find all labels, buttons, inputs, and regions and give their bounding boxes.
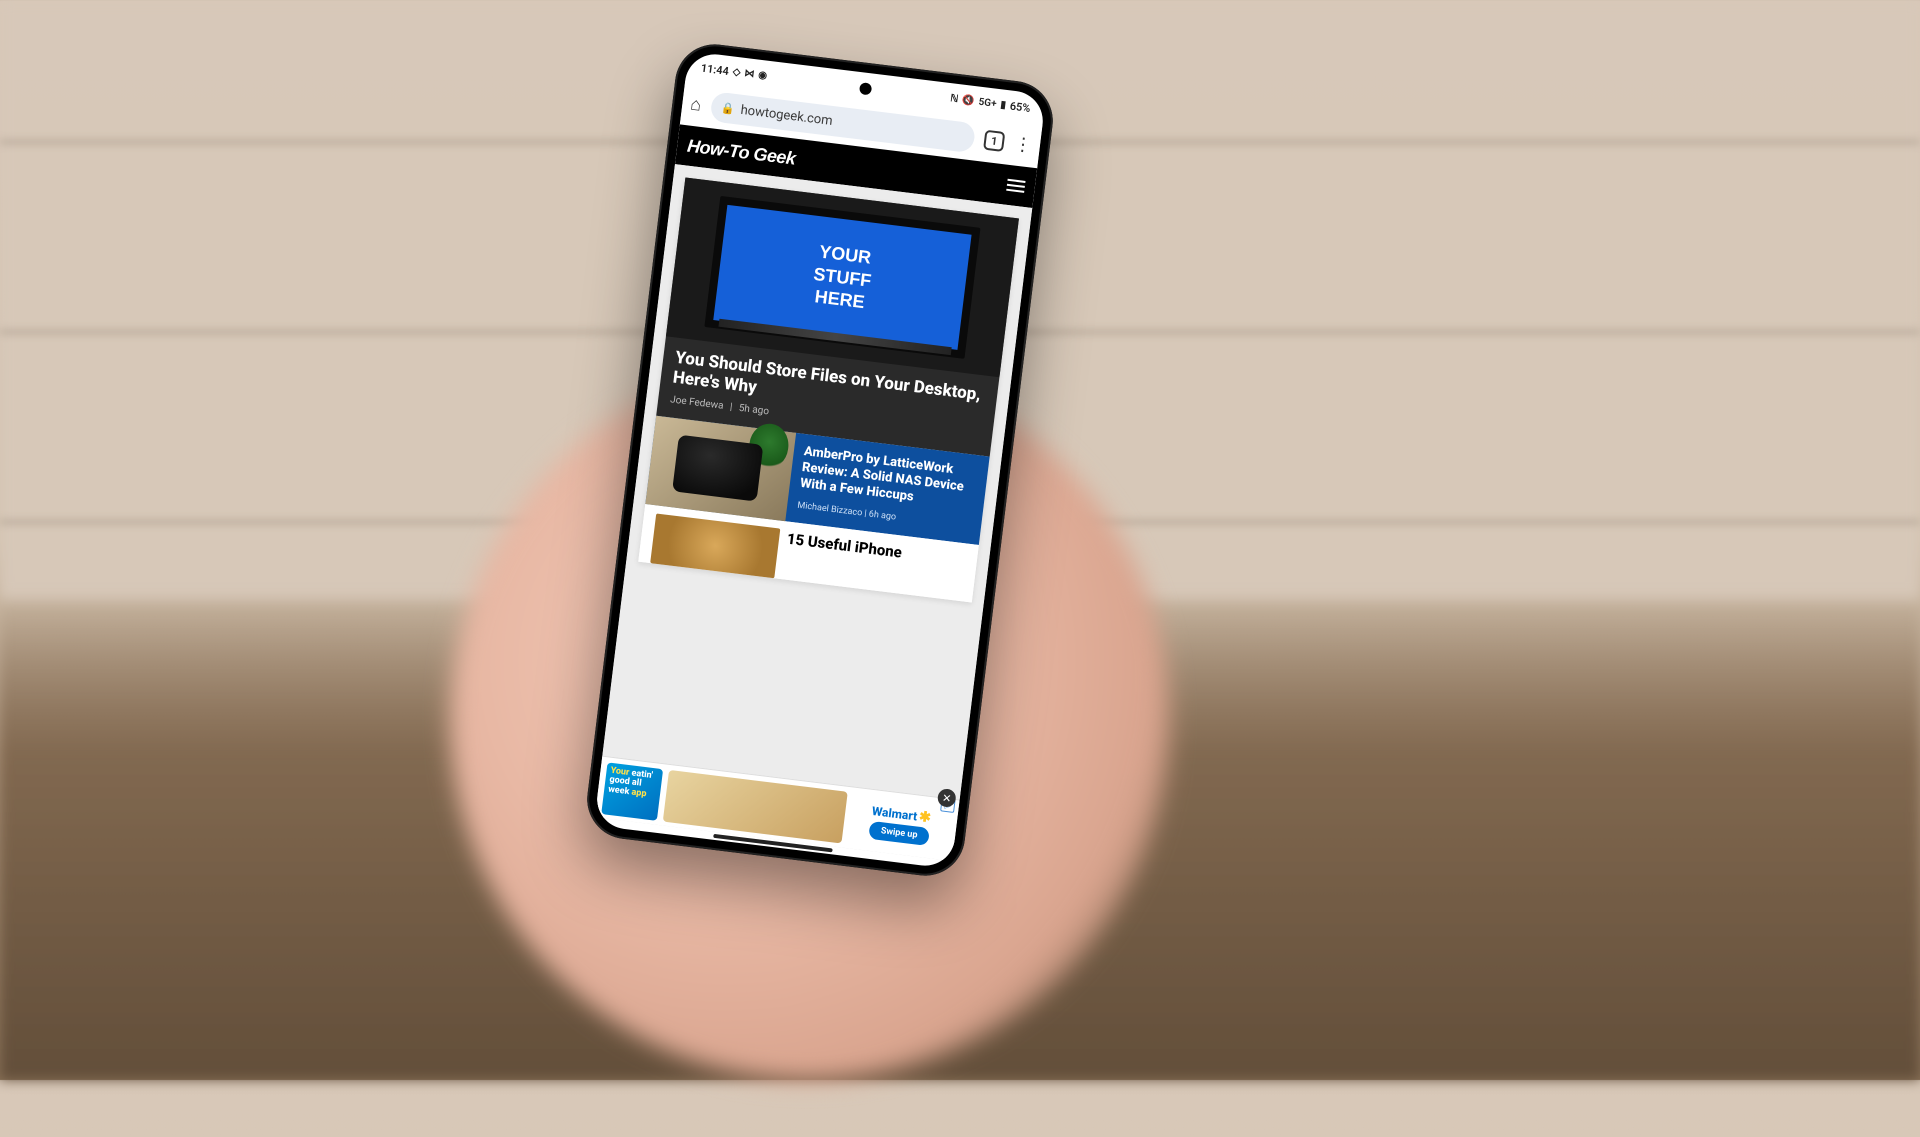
second-article-image (645, 415, 796, 520)
mute-icon: 🔇 (962, 94, 976, 106)
lock-icon: 🔒 (720, 101, 735, 116)
page-content[interactable]: YOUR STUFF HERE You Should Store Files o… (595, 164, 1033, 861)
chrome-icon: ◉ (758, 69, 768, 81)
featured-card: YOUR STUFF HERE You Should Store Files o… (638, 177, 1019, 602)
article-age: 5h ago (738, 403, 769, 418)
more-menu-icon[interactable]: ⋮ (1013, 133, 1033, 156)
tab-count: 1 (990, 134, 998, 148)
nfc-icon: ℕ (950, 93, 959, 105)
network-label: 5G+ (978, 96, 997, 109)
site-logo[interactable]: How-To Geek (686, 135, 797, 169)
signal-icon: ▮ (1000, 99, 1007, 111)
nas-device-graphic (673, 434, 764, 501)
hero-article[interactable]: YOUR STUFF HERE You Should Store Files o… (656, 177, 1019, 456)
desktop-monitor-graphic: YOUR STUFF HERE (704, 196, 980, 359)
author-name: Joe Fedewa (670, 394, 725, 411)
url-text: howtogeek.com (740, 102, 834, 128)
hamburger-menu-icon[interactable] (1006, 179, 1025, 193)
battery-percent: 65% (1009, 99, 1031, 114)
third-article-image (650, 513, 780, 578)
brand-name: Walmart (871, 804, 918, 823)
article-age: 6h ago (868, 509, 896, 522)
ad-creative-left: Your eatin' good all week app (601, 762, 663, 820)
walmart-spark-icon: ✱ (918, 808, 932, 825)
status-time: 11:44 (700, 61, 730, 77)
home-icon[interactable]: ⌂ (689, 93, 702, 115)
ad-text: app (631, 788, 647, 800)
author-name: Michael Bizzaco (797, 500, 863, 518)
app-icon: ⋈ (744, 67, 755, 79)
monitor-text-line: HERE (813, 285, 865, 313)
tabs-button[interactable]: 1 (983, 130, 1005, 152)
cloud-icon: ◇ (732, 66, 741, 78)
third-article-title: 15 Useful iPhone (782, 529, 903, 593)
